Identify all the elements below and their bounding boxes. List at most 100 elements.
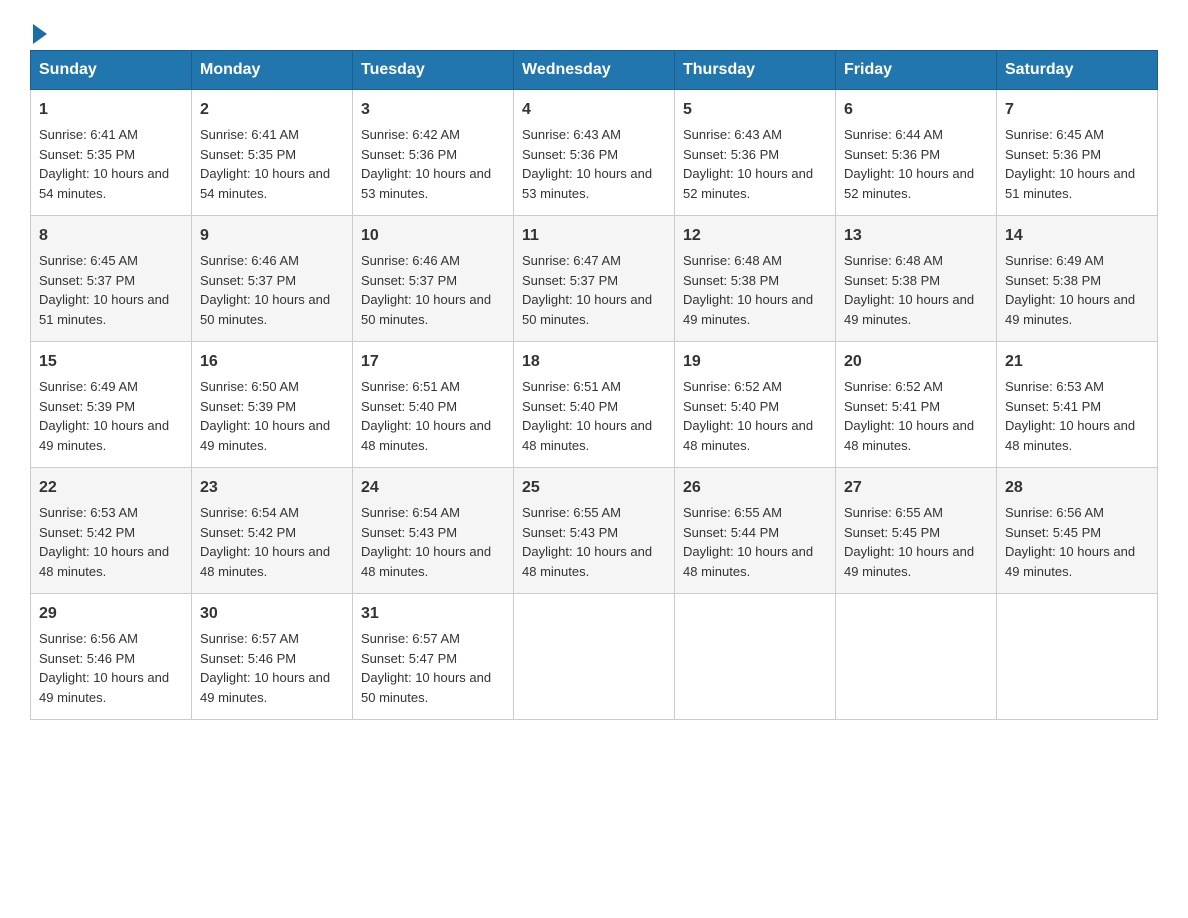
- daylight-text: Daylight: 10 hours and 50 minutes.: [522, 292, 652, 327]
- sunrise-text: Sunrise: 6:53 AM: [39, 505, 138, 520]
- daylight-text: Daylight: 10 hours and 48 minutes.: [39, 544, 169, 579]
- calendar-cell: 2Sunrise: 6:41 AMSunset: 5:35 PMDaylight…: [192, 90, 353, 216]
- calendar-cell: 7Sunrise: 6:45 AMSunset: 5:36 PMDaylight…: [997, 90, 1158, 216]
- sunrise-text: Sunrise: 6:53 AM: [1005, 379, 1104, 394]
- daylight-text: Daylight: 10 hours and 48 minutes.: [361, 544, 491, 579]
- calendar-cell: 5Sunrise: 6:43 AMSunset: 5:36 PMDaylight…: [675, 90, 836, 216]
- daylight-text: Daylight: 10 hours and 48 minutes.: [683, 418, 813, 453]
- daylight-text: Daylight: 10 hours and 54 minutes.: [39, 166, 169, 201]
- sunrise-text: Sunrise: 6:48 AM: [844, 253, 943, 268]
- calendar-cell: [514, 594, 675, 720]
- daylight-text: Daylight: 10 hours and 49 minutes.: [683, 292, 813, 327]
- day-number: 25: [522, 476, 666, 500]
- sunset-text: Sunset: 5:37 PM: [39, 273, 135, 288]
- day-number: 11: [522, 224, 666, 248]
- sunset-text: Sunset: 5:44 PM: [683, 525, 779, 540]
- daylight-text: Daylight: 10 hours and 49 minutes.: [1005, 544, 1135, 579]
- day-number: 8: [39, 224, 183, 248]
- sunset-text: Sunset: 5:40 PM: [361, 399, 457, 414]
- day-number: 21: [1005, 350, 1149, 374]
- day-number: 17: [361, 350, 505, 374]
- day-number: 27: [844, 476, 988, 500]
- calendar-cell: 15Sunrise: 6:49 AMSunset: 5:39 PMDayligh…: [31, 342, 192, 468]
- sunset-text: Sunset: 5:38 PM: [844, 273, 940, 288]
- daylight-text: Daylight: 10 hours and 49 minutes.: [844, 292, 974, 327]
- sunset-text: Sunset: 5:37 PM: [200, 273, 296, 288]
- sunset-text: Sunset: 5:42 PM: [200, 525, 296, 540]
- calendar-cell: [675, 594, 836, 720]
- day-number: 6: [844, 98, 988, 122]
- sunrise-text: Sunrise: 6:41 AM: [200, 127, 299, 142]
- calendar-cell: 10 Sunrise: 6:46 AM Sunset: 5:37 PM Dayligh…: [353, 216, 514, 342]
- sunrise-text: Sunrise: 6:41 AM: [39, 127, 138, 142]
- daylight-text: Daylight: 10 hours and 48 minutes.: [361, 418, 491, 453]
- sunrise-text: Sunrise: 6:49 AM: [1005, 253, 1104, 268]
- sunrise-text: Sunrise: 6:55 AM: [683, 505, 782, 520]
- daylight-text: Daylight: 10 hours and 52 minutes.: [683, 166, 813, 201]
- page-header: [30, 20, 1158, 40]
- daylight-text: Daylight: 10 hours and 49 minutes.: [39, 670, 169, 705]
- calendar-week-row: 29Sunrise: 6:56 AMSunset: 5:46 PMDayligh…: [31, 594, 1158, 720]
- sunset-text: Sunset: 5:43 PM: [361, 525, 457, 540]
- calendar-cell: 4Sunrise: 6:43 AMSunset: 5:36 PMDaylight…: [514, 90, 675, 216]
- calendar-week-row: 1Sunrise: 6:41 AMSunset: 5:35 PMDaylight…: [31, 90, 1158, 216]
- daylight-text: Daylight: 10 hours and 49 minutes.: [844, 544, 974, 579]
- header-tuesday: Tuesday: [353, 51, 514, 90]
- day-number: 19: [683, 350, 827, 374]
- calendar-cell: 8Sunrise: 6:45 AMSunset: 5:37 PMDaylight…: [31, 216, 192, 342]
- sunrise-text: Sunrise: 6:45 AM: [1005, 127, 1104, 142]
- calendar-cell: 21Sunrise: 6:53 AMSunset: 5:41 PMDayligh…: [997, 342, 1158, 468]
- daylight-text: Daylight: 10 hours and 49 minutes.: [200, 670, 330, 705]
- sunset-text: Sunset: 5:39 PM: [39, 399, 135, 414]
- sunrise-text: Sunrise: 6:57 AM: [200, 631, 299, 646]
- sunset-text: Sunset: 5:46 PM: [39, 651, 135, 666]
- calendar-cell: 23Sunrise: 6:54 AMSunset: 5:42 PMDayligh…: [192, 468, 353, 594]
- calendar-cell: 29Sunrise: 6:56 AMSunset: 5:46 PMDayligh…: [31, 594, 192, 720]
- header-friday: Friday: [836, 51, 997, 90]
- sunset-text: Sunset: 5:35 PM: [39, 147, 135, 162]
- daylight-text: Daylight: 10 hours and 49 minutes.: [39, 418, 169, 453]
- daylight-text: Daylight: 10 hours and 54 minutes.: [200, 166, 330, 201]
- sunset-text: Sunset: 5:47 PM: [361, 651, 457, 666]
- calendar-cell: 19Sunrise: 6:52 AMSunset: 5:40 PMDayligh…: [675, 342, 836, 468]
- daylight-text: Daylight: 10 hours and 48 minutes.: [200, 544, 330, 579]
- calendar-cell: 28Sunrise: 6:56 AMSunset: 5:45 PMDayligh…: [997, 468, 1158, 594]
- day-number: 15: [39, 350, 183, 374]
- sunrise-text: Sunrise: 6:51 AM: [522, 379, 621, 394]
- sunrise-text: Sunrise: 6:52 AM: [683, 379, 782, 394]
- sunrise-text: Sunrise: 6:50 AM: [200, 379, 299, 394]
- calendar-cell: 16Sunrise: 6:50 AMSunset: 5:39 PMDayligh…: [192, 342, 353, 468]
- calendar-week-row: 8Sunrise: 6:45 AMSunset: 5:37 PMDaylight…: [31, 216, 1158, 342]
- daylight-text: Daylight: 10 hours and 51 minutes.: [1005, 166, 1135, 201]
- header-saturday: Saturday: [997, 51, 1158, 90]
- calendar-cell: 11Sunrise: 6:47 AMSunset: 5:37 PMDayligh…: [514, 216, 675, 342]
- calendar-table: Sunday Monday Tuesday Wednesday Thursday…: [30, 50, 1158, 720]
- sunrise-text: Sunrise: 6:55 AM: [844, 505, 943, 520]
- sunrise-text: Sunrise: 6:43 AM: [522, 127, 621, 142]
- sunrise-text: Sunrise: 6:46 AM: [200, 253, 299, 268]
- calendar-cell: 30Sunrise: 6:57 AMSunset: 5:46 PMDayligh…: [192, 594, 353, 720]
- sunrise-text: Sunrise: 6:54 AM: [200, 505, 299, 520]
- header-wednesday: Wednesday: [514, 51, 675, 90]
- sunrise-text: Sunrise: 6:55 AM: [522, 505, 621, 520]
- calendar-cell: 27 Sunrise: 6:55 AM Sunset: 5:45 PM Dayligh…: [836, 468, 997, 594]
- daylight-text: Daylight: 10 hours and 53 minutes.: [361, 166, 491, 201]
- daylight-text: Daylight: 10 hours and 50 minutes.: [200, 292, 330, 327]
- day-number: 7: [1005, 98, 1149, 122]
- logo: [30, 20, 47, 40]
- sunset-text: Sunset: 5:37 PM: [361, 273, 457, 288]
- sunrise-text: Sunrise: 6:46 AM: [361, 253, 460, 268]
- sunset-text: Sunset: 5:36 PM: [683, 147, 779, 162]
- sunrise-text: Sunrise: 6:51 AM: [361, 379, 460, 394]
- calendar-week-row: 15Sunrise: 6:49 AMSunset: 5:39 PMDayligh…: [31, 342, 1158, 468]
- sunset-text: Sunset: 5:42 PM: [39, 525, 135, 540]
- sunrise-text: Sunrise: 6:48 AM: [683, 253, 782, 268]
- sunrise-text: Sunrise: 6:54 AM: [361, 505, 460, 520]
- calendar-cell: 9Sunrise: 6:46 AMSunset: 5:37 PMDaylight…: [192, 216, 353, 342]
- daylight-text: Daylight: 10 hours and 48 minutes.: [1005, 418, 1135, 453]
- sunset-text: Sunset: 5:45 PM: [844, 525, 940, 540]
- day-number: 26: [683, 476, 827, 500]
- daylight-text: Daylight: 10 hours and 53 minutes.: [522, 166, 652, 201]
- day-number: 10: [361, 224, 505, 248]
- daylight-text: Daylight: 10 hours and 50 minutes.: [361, 292, 491, 327]
